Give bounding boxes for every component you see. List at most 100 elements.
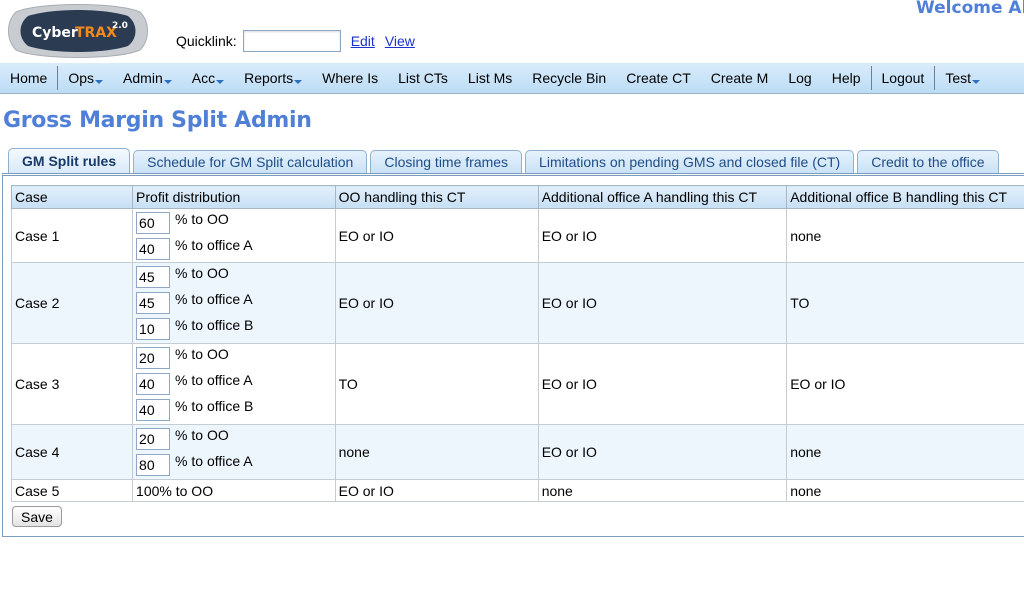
nav-home[interactable]: Home — [0, 63, 57, 93]
nav-list-ms-label: List Ms — [467, 70, 513, 86]
column-header-office-b: Additional office B handling this CT — [786, 185, 1024, 209]
percent-label: % to OO — [175, 210, 229, 227]
office-b-cell: none — [786, 479, 1024, 502]
dropdown-caret-icon — [163, 80, 172, 84]
table-row: Case 2 % to OO % to office A % to office… — [10, 262, 1024, 344]
percent-to-office-a-input[interactable] — [136, 373, 171, 395]
nav-home-label: Home — [10, 70, 48, 86]
dropdown-caret-icon — [972, 80, 981, 84]
table-row: Case 1 % to OO % to office A EO or IO EO… — [10, 208, 1024, 263]
tab-panel-gm-split-rules: Case Profit distribution OO handling thi… — [2, 173, 1024, 537]
quicklink-view-link[interactable]: View — [385, 33, 415, 49]
percent-to-oo-input[interactable] — [136, 428, 171, 450]
quicklink-bar: Quicklink: Edit View — [176, 30, 415, 52]
oo-handling-cell: EO or IO — [334, 208, 539, 263]
profit-distribution-cell: 100% to OO — [132, 479, 336, 502]
distribution-line: % to OO — [136, 426, 332, 452]
column-header-oo-handling: OO handling this CT — [334, 185, 539, 209]
nav-recycle-bin[interactable]: Recycle Bin — [522, 63, 616, 93]
percent-to-office-b-input[interactable] — [136, 318, 171, 340]
office-b-cell: TO — [786, 262, 1024, 344]
percent-to-office-a-input[interactable] — [136, 237, 171, 260]
nav-acc[interactable]: Acc — [182, 63, 234, 93]
nav-list-cts-label: List CTs — [398, 70, 448, 86]
percent-to-office-a-input[interactable] — [136, 292, 171, 314]
nav-create-ct[interactable]: Create CT — [616, 63, 701, 93]
tab-bar: GM Split rules Schedule for GM Split cal… — [8, 148, 1002, 173]
logo-graphic: Cyber TRAX 2.0 — [8, 4, 148, 58]
oo-handling-cell: TO — [334, 343, 539, 425]
percent-to-oo-input[interactable] — [136, 347, 171, 369]
nav-create-m[interactable]: Create M — [701, 63, 779, 93]
nav-help[interactable]: Help — [822, 63, 871, 93]
tab-limitations-pending-gms[interactable]: Limitations on pending GMS and closed fi… — [525, 150, 855, 173]
nav-where-is-label: Where Is — [322, 70, 379, 86]
quicklink-edit-link[interactable]: Edit — [351, 33, 375, 49]
quicklink-label: Quicklink: — [176, 33, 237, 49]
office-b-cell: EO or IO — [786, 343, 1024, 425]
percent-label: % to office B — [175, 398, 254, 414]
profit-distribution-cell: % to OO % to office A — [132, 208, 336, 263]
nav-list-cts[interactable]: List CTs — [388, 63, 458, 93]
nav-log[interactable]: Log — [778, 63, 821, 93]
dropdown-caret-icon — [95, 80, 104, 84]
tab-gm-split-rules[interactable]: GM Split rules — [8, 148, 131, 173]
case-name: Case 4 — [10, 424, 134, 480]
distribution-line: % to office A — [136, 290, 332, 316]
office-b-cell: none — [786, 208, 1024, 263]
office-b-cell: none — [786, 424, 1024, 480]
nav-recycle-bin-label: Recycle Bin — [532, 70, 607, 86]
table-row: Case 4 % to OO % to office A none EO or … — [10, 424, 1024, 480]
profit-distribution-cell: % to OO % to office A % to office B — [132, 343, 336, 425]
tab-schedule-gm-split[interactable]: Schedule for GM Split calculation — [133, 150, 368, 173]
welcome-message-container: Welcome Ale — [900, 0, 1024, 24]
quicklink-input[interactable] — [242, 30, 341, 52]
percent-label: % to OO — [175, 427, 229, 443]
office-a-cell: EO or IO — [537, 208, 788, 263]
nav-ops[interactable]: Ops — [58, 63, 113, 93]
distribution-line: % to office A — [136, 452, 332, 478]
nav-reports[interactable]: Reports — [234, 63, 312, 93]
percent-label: % to office A — [175, 372, 253, 388]
nav-ops-label: Ops — [68, 70, 95, 86]
office-a-cell: EO or IO — [537, 424, 788, 480]
oo-handling-cell: EO or IO — [334, 479, 539, 502]
nav-where-is[interactable]: Where Is — [312, 63, 388, 93]
percent-label: % to office B — [175, 317, 254, 333]
distribution-line: % to OO — [136, 264, 332, 290]
percent-label: % to OO — [175, 265, 229, 281]
percent-to-office-a-input[interactable] — [136, 454, 171, 476]
profit-distribution-cell: % to OO % to office A — [132, 424, 336, 480]
distribution-line: % to OO — [136, 345, 332, 371]
nav-logout[interactable]: Logout — [872, 63, 935, 93]
gm-split-rules-table: Case Profit distribution OO handling thi… — [10, 185, 1024, 502]
nav-logout-label: Logout — [881, 70, 925, 86]
nav-list-ms[interactable]: List Ms — [458, 63, 522, 93]
table-row: Case 3 % to OO % to office A % to office… — [10, 343, 1024, 425]
percent-to-oo-input[interactable] — [136, 211, 171, 234]
nav-reports-label: Reports — [244, 70, 294, 86]
distribution-line: % to office B — [136, 397, 332, 423]
logo-brand-accent: TRAX — [75, 25, 117, 41]
page-title: Gross Margin Split Admin — [3, 108, 312, 133]
table-row: Case 5 100% to OO EO or IO none none — [10, 479, 1024, 502]
cybertrax-logo[interactable]: Cyber TRAX 2.0 — [8, 2, 148, 60]
tab-closing-time-frames[interactable]: Closing time frames — [370, 150, 523, 173]
oo-handling-cell: none — [334, 424, 539, 480]
nav-help-label: Help — [831, 70, 861, 86]
nav-create-m-label: Create M — [710, 70, 769, 86]
dropdown-caret-icon — [216, 80, 225, 84]
percent-to-office-b-input[interactable] — [136, 399, 171, 421]
nav-admin[interactable]: Admin — [113, 63, 182, 93]
save-button[interactable]: Save — [12, 506, 62, 527]
distribution-line: % to office A — [136, 371, 332, 397]
percent-to-oo-input[interactable] — [136, 266, 171, 288]
logo-brand: Cyber — [32, 25, 78, 41]
percent-label: % to office A — [175, 453, 253, 469]
case-name: Case 3 — [10, 343, 134, 425]
column-header-office-a: Additional office A handling this CT — [537, 185, 788, 209]
nav-test[interactable]: Test — [935, 63, 990, 93]
tab-credit-to-office[interactable]: Credit to the office — [857, 150, 999, 173]
column-header-case: Case — [10, 185, 134, 209]
office-a-cell: EO or IO — [537, 343, 788, 425]
